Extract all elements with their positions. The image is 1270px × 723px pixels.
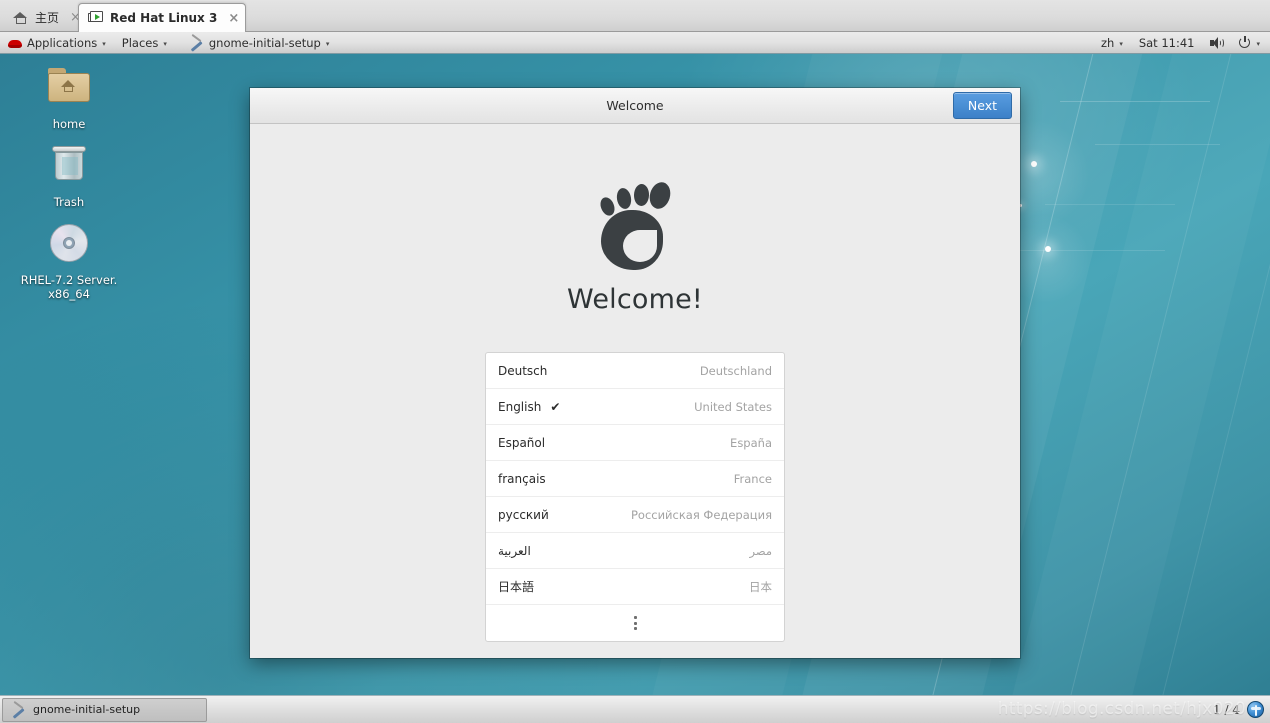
input-source-menu[interactable]: zh ▾ [1093,32,1131,54]
language-row-deutsch[interactable]: Deutsch Deutschland [486,353,784,389]
language-country: France [733,471,772,486]
gnome-foot-logo-icon [587,178,683,270]
home-icon [13,11,29,25]
tab-close-icon[interactable]: × [228,12,239,25]
language-country: 日本 [749,579,772,594]
language-country: مصر [749,543,772,558]
welcome-dialog: Welcome Next Welcome! Deutsch Deutschlan… [250,88,1020,658]
desktop-icon-label-line2: x86_64 [48,287,90,301]
desktop-icon-trash[interactable]: Trash [20,144,118,209]
language-list[interactable]: Deutsch Deutschland English ✔ United Sta… [485,352,785,642]
desktop-icon-label: home [52,117,86,131]
dialog-titlebar: Welcome Next [250,88,1020,124]
language-row-english[interactable]: English ✔ United States [486,389,784,425]
desktop-icon-home[interactable]: home [20,66,118,131]
browser-tab-label: 主页 [35,11,60,25]
language-country: Российская Федерация [630,507,772,522]
applications-menu-label: Applications [27,35,98,50]
taskbar-window-button[interactable]: gnome-initial-setup [2,697,207,722]
language-name: русский [498,507,549,522]
speaker-icon [1210,36,1225,49]
tools-icon [189,33,204,52]
next-button[interactable]: Next [952,92,1012,119]
desktop-icon-label: Trash [53,195,85,209]
language-name: English [498,399,542,414]
desktop-icon-label: RHEL-7.2 Server. [20,273,118,287]
language-row-russian[interactable]: русский Российская Федерация [486,497,784,533]
volume-button[interactable] [1202,32,1231,54]
chevron-down-icon: ▾ [325,39,330,48]
power-icon [1239,36,1252,49]
more-vertical-icon [633,616,637,630]
welcome-heading: Welcome! [567,284,703,315]
chevron-down-icon: ▾ [1119,39,1123,48]
language-row-francais[interactable]: français France [486,461,784,497]
chevron-down-icon: ▾ [163,39,167,48]
dialog-title: Welcome [606,98,664,113]
redhat-logo-icon [8,37,22,49]
dialog-body: Welcome! Deutsch Deutschland English ✔ U… [250,124,1020,657]
taskbar: gnome-initial-setup 1 / 4 [0,695,1270,723]
browser-tab-rhel[interactable]: Red Hat Linux 3 × [78,3,247,32]
language-name: français [498,471,546,486]
window-menu-label: gnome-initial-setup [208,35,321,50]
applications-menu[interactable]: Applications ▾ [0,32,114,54]
clock[interactable]: Sat 11:41 [1131,32,1203,54]
clock-label: Sat 11:41 [1138,35,1195,50]
places-menu-label: Places [121,35,159,50]
taskbar-right-area: 1 / 4 [1213,701,1270,718]
desktop-icon-rhel-iso[interactable]: RHEL-7.2 Server. x86_64 [20,222,118,301]
language-row-espanol[interactable]: Español España [486,425,784,461]
folder-icon [20,66,118,112]
globe-icon[interactable] [1247,701,1264,718]
chevron-down-icon: ▾ [1256,39,1260,48]
input-source-label: zh [1100,35,1115,50]
language-row-arabic[interactable]: العربية مصر [486,533,784,569]
vm-icon [88,11,104,25]
browser-tab-label: Red Hat Linux 3 [110,11,218,25]
taskbar-window-label: gnome-initial-setup [33,703,141,716]
browser-tab-home[interactable]: 主页 × [4,3,87,32]
language-name: Español [498,435,546,450]
gnome-top-panel: Applications ▾ Places ▾ gnome-initial-se… [0,32,1270,54]
language-country: United States [694,399,772,414]
system-menu[interactable] [1231,32,1256,54]
language-country: España [730,435,772,450]
panel-status-area: zh ▾ Sat 11:41 ▾ [1093,32,1270,54]
tools-icon [11,700,26,719]
workspace-page-indicator: 1 / 4 [1213,702,1240,717]
language-row-japanese[interactable]: 日本語 日本 [486,569,784,605]
language-name: 日本語 [498,580,535,594]
disc-icon [20,222,118,268]
chevron-down-icon: ▾ [102,39,106,48]
language-more-row[interactable] [486,605,784,641]
places-menu[interactable]: Places ▾ [114,32,175,54]
window-menu[interactable]: gnome-initial-setup ▾ [175,32,338,54]
system-menu-arrow[interactable]: ▾ [1256,32,1270,54]
trash-icon [20,144,118,190]
browser-tabstrip: 主页 × Red Hat Linux 3 × [0,0,1270,32]
language-name: العربية [498,543,531,558]
language-name: Deutsch [498,363,548,378]
language-country: Deutschland [699,363,772,378]
screen-root: 主页 × Red Hat Linux 3 × Applications ▾ Pl… [0,0,1270,723]
selected-check-icon: ✔ [550,399,561,414]
